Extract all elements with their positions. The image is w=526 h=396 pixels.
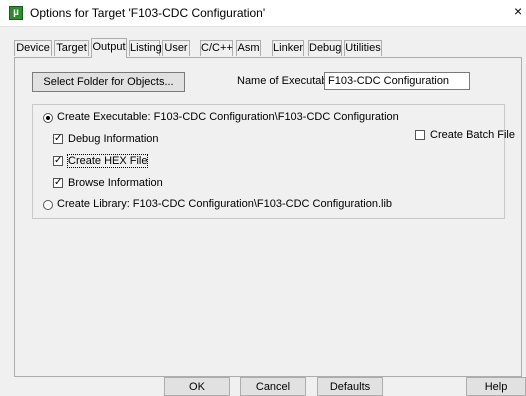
output-panel: Select Folder for Objects... Name of Exe… <box>14 57 522 377</box>
executable-group: Create Executable: F103-CDC Configuratio… <box>32 104 515 219</box>
ok-button[interactable]: OK <box>164 377 230 396</box>
close-icon[interactable]: × <box>514 3 522 19</box>
title-bar: µ Options for Target 'F103-CDC Configura… <box>0 0 526 27</box>
tab-listing[interactable]: Listing <box>129 40 162 56</box>
create-executable-label: Create Executable: F103-CDC Configuratio… <box>57 111 399 123</box>
create-library-radio[interactable] <box>43 200 53 210</box>
create-batch-checkbox[interactable] <box>415 130 425 140</box>
options-dialog: µ Options for Target 'F103-CDC Configura… <box>0 0 526 396</box>
help-button[interactable]: Help <box>466 377 526 396</box>
create-library-label: Create Library: F103-CDC Configuration\F… <box>57 198 393 210</box>
create-hex-label: Create HEX File <box>66 154 149 168</box>
tab-asm[interactable]: Asm <box>236 40 261 56</box>
window-title: Options for Target 'F103-CDC Configurati… <box>30 6 266 20</box>
name-of-executable-input[interactable]: F103-CDC Configuration <box>324 72 470 90</box>
create-batch-label: Create Batch File <box>430 129 515 141</box>
tab-device[interactable]: Device <box>14 40 52 56</box>
select-folder-button[interactable]: Select Folder for Objects... <box>32 72 185 92</box>
debug-info-checkbox[interactable]: ✓ <box>53 134 63 144</box>
button-bar: OK Cancel Defaults Help <box>0 377 526 396</box>
tab-debug[interactable]: Debug <box>308 40 342 56</box>
browse-info-checkbox[interactable]: ✓ <box>53 178 63 188</box>
tab-target[interactable]: Target <box>54 40 89 56</box>
tab-c-cpp[interactable]: C/C++ <box>200 40 233 56</box>
tab-user[interactable]: User <box>162 40 190 56</box>
tab-utilities[interactable]: Utilities <box>344 40 382 56</box>
tab-output[interactable]: Output <box>91 38 127 58</box>
create-executable-radio[interactable] <box>43 113 53 123</box>
cancel-button[interactable]: Cancel <box>240 377 306 396</box>
tab-linker[interactable]: Linker <box>272 40 304 56</box>
debug-info-label: Debug Information <box>68 133 159 145</box>
keil-app-icon: µ <box>9 6 23 20</box>
defaults-button[interactable]: Defaults <box>317 377 383 396</box>
browse-info-label: Browse Information <box>68 177 163 189</box>
create-hex-checkbox[interactable]: ✓ <box>53 156 63 166</box>
